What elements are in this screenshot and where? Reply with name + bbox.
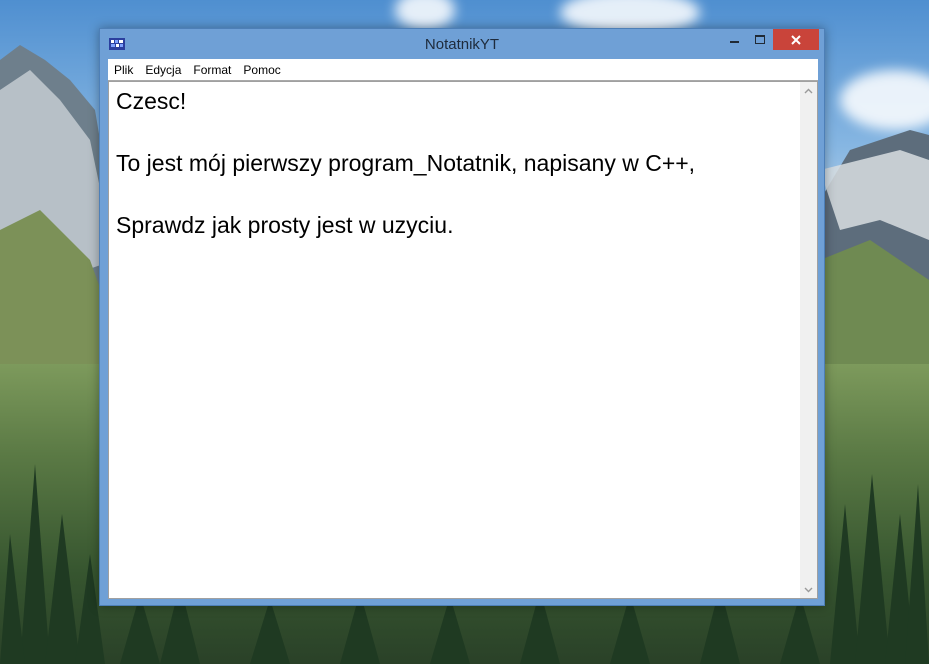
vertical-scrollbar[interactable] bbox=[800, 82, 817, 598]
close-button[interactable] bbox=[773, 29, 819, 50]
close-icon bbox=[791, 34, 801, 45]
editor-area: Czesc! To jest mój pierwszy program_Nota… bbox=[108, 81, 818, 599]
menu-plik[interactable]: Plik bbox=[108, 63, 139, 77]
title-bar[interactable]: NotatnikYT bbox=[100, 29, 824, 59]
scroll-down-button[interactable] bbox=[800, 581, 817, 598]
chevron-down-icon bbox=[804, 587, 813, 592]
minimize-button[interactable] bbox=[722, 29, 746, 50]
menu-edycja[interactable]: Edycja bbox=[139, 63, 187, 77]
window-title: NotatnikYT bbox=[424, 36, 500, 53]
chevron-up-icon bbox=[804, 88, 813, 93]
menu-bar: Plik Edycja Format Pomoc bbox=[108, 59, 818, 80]
minimize-icon bbox=[729, 40, 739, 43]
maximize-button[interactable] bbox=[748, 29, 772, 50]
menu-format[interactable]: Format bbox=[187, 63, 237, 77]
scroll-up-button[interactable] bbox=[800, 82, 817, 99]
notepad-window: NotatnikYT Plik Edycja Format Pomoc Czes… bbox=[99, 28, 825, 606]
text-editor[interactable]: Czesc! To jest mój pierwszy program_Nota… bbox=[109, 82, 801, 598]
menu-pomoc[interactable]: Pomoc bbox=[237, 63, 286, 77]
maximize-icon bbox=[755, 35, 765, 44]
